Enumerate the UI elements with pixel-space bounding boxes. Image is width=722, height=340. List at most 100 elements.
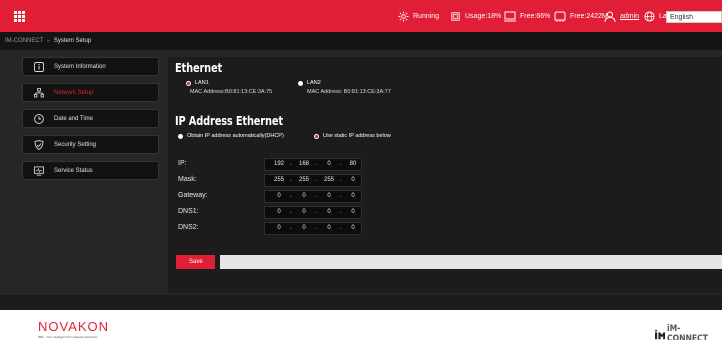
radio-unselected-icon	[178, 133, 183, 139]
free-mem-label: Free:2422M	[570, 12, 608, 20]
dns2-field[interactable]: 0. 0. 0. 0	[264, 222, 362, 235]
gateway-field[interactable]: 0. 0. 0. 0	[264, 190, 362, 203]
gateway-label: Gateway:	[178, 192, 208, 199]
grid-menu-icon[interactable]	[14, 11, 25, 22]
octet-3[interactable]: 0	[320, 193, 338, 199]
dns1-label: DNS1:	[178, 208, 199, 215]
radio-selected-icon	[186, 80, 191, 86]
user-icon	[604, 11, 616, 22]
dns2-label: DNS2:	[178, 224, 199, 231]
octet-2[interactable]: 255	[295, 177, 313, 183]
cpu-usage: Usage:18%	[450, 0, 501, 32]
save-button[interactable]: Save	[176, 255, 215, 269]
sidebar-item-label: Network Setup	[54, 89, 94, 96]
breadcrumb-separator: ▸	[47, 38, 50, 44]
memory-free: Free:2422M	[554, 0, 608, 32]
sidebar-item-service-status[interactable]: Service Status	[22, 161, 159, 180]
ip-label: IP:	[178, 160, 187, 167]
running-status: Running	[398, 0, 439, 32]
gear-icon	[398, 10, 409, 22]
network-icon	[34, 87, 44, 98]
breadcrumb: IM-CONNECT ▸ System Setup	[0, 32, 722, 50]
octet-4[interactable]: 80	[344, 161, 362, 167]
mask-label: Mask:	[178, 176, 197, 183]
footer: NOVAKON IMR - Your Intelligent IIoT Gate…	[0, 310, 722, 340]
disk-icon	[504, 11, 516, 21]
sidebar-item-system-information[interactable]: System Information	[22, 57, 159, 76]
dns2-row: DNS2: 0. 0. 0. 0	[168, 222, 722, 236]
octet-2[interactable]: 0	[295, 193, 313, 199]
octet-1[interactable]: 0	[270, 209, 288, 215]
dhcp-label: Obtain IP address automatically(DHCP)	[187, 133, 284, 139]
octet-2[interactable]: 0	[295, 209, 313, 215]
save-status-bar	[220, 255, 722, 269]
globe-icon	[644, 10, 655, 22]
sidebar-item-security-setting[interactable]: Security Setting	[22, 135, 159, 154]
memory-icon	[554, 11, 566, 22]
octet-3[interactable]: 0	[320, 209, 338, 215]
network-setup-panel: Ethernet LAN1 MAC Address:B0:81:13:CE:3A…	[168, 57, 722, 293]
ip-address-title: IP Address Ethernet	[175, 114, 283, 128]
static-label: Use static IP address below	[323, 133, 391, 139]
breadcrumb-current: System Setup	[53, 38, 92, 44]
octet-4[interactable]: 0	[344, 225, 362, 231]
radio-selected-icon	[314, 133, 319, 139]
mask-field[interactable]: 255. 255. 255. 0	[264, 174, 362, 187]
lan1-mac: MAC Address:B0:81:13:CE:3A:75	[190, 89, 273, 95]
radio-unselected-icon	[298, 80, 303, 86]
dns1-row: DNS1: 0. 0. 0. 0	[168, 206, 722, 220]
octet-3[interactable]: 0	[320, 161, 338, 167]
octet-1[interactable]: 192	[270, 161, 288, 167]
clock-icon	[34, 113, 44, 124]
octet-4[interactable]: 0	[344, 177, 362, 183]
gateway-row: Gateway: 0. 0. 0. 0	[168, 190, 722, 204]
octet-4[interactable]: 0	[344, 209, 362, 215]
user-menu: admin	[604, 0, 639, 32]
sidebar-item-date-and-time[interactable]: Date and Time	[22, 109, 159, 128]
ip-address-field[interactable]: 192. 168. 0. 80	[264, 158, 362, 171]
ip-row: IP: 192. 168. 0. 80	[168, 158, 722, 172]
static-ip-radio[interactable]: Use static IP address below	[314, 133, 391, 139]
breadcrumb-root[interactable]: IM-CONNECT	[5, 38, 43, 44]
im-connect-logo: iM-CONNECT	[655, 324, 722, 340]
im-connect-logo-icon	[655, 329, 666, 339]
running-label: Running	[413, 12, 440, 20]
usage-label: Usage:18%	[465, 12, 502, 20]
disk-free: Free:66%	[504, 0, 550, 32]
lan2-mac: MAC Address: B0:81:13:CE:3A:77	[307, 89, 391, 95]
lan1-label: LAN1	[195, 80, 209, 86]
lan2-label: LAN2	[307, 80, 321, 86]
info-icon	[34, 61, 44, 72]
dns1-field[interactable]: 0. 0. 0. 0	[264, 206, 362, 219]
octet-1[interactable]: 255	[270, 177, 288, 183]
sidebar-item-label: Date and Time	[54, 115, 94, 122]
octet-3[interactable]: 0	[320, 225, 338, 231]
sidebar-item-network-setup[interactable]: Network Setup	[22, 83, 159, 102]
octet-1[interactable]: 0	[270, 225, 288, 231]
sidebar-item-label: Service Status	[54, 167, 93, 174]
sidebar-item-label: System Information	[54, 63, 106, 70]
sidebar: System Information Network Setup Date an…	[22, 57, 159, 187]
novakon-tagline: IMR - Your Intelligent IIoT Gateway Solu…	[38, 335, 98, 339]
octet-1[interactable]: 0	[270, 193, 288, 199]
lan2-radio[interactable]: LAN2	[298, 80, 321, 86]
shield-icon	[34, 139, 44, 150]
top-bar: Running Usage:18% Free:66% Free:2422M ad…	[0, 0, 722, 32]
im-connect-text: iM-CONNECT	[667, 324, 709, 340]
sidebar-item-label: Security Setting	[54, 141, 97, 148]
monitor-icon	[34, 166, 44, 176]
bottom-strip	[0, 295, 722, 310]
octet-4[interactable]: 0	[344, 193, 362, 199]
mask-row: Mask: 255. 255. 255. 0	[168, 174, 722, 188]
dhcp-radio[interactable]: Obtain IP address automatically(DHCP)	[178, 133, 284, 139]
app-area: System Information Network Setup Date an…	[0, 50, 722, 310]
octet-3[interactable]: 255	[320, 177, 338, 183]
ethernet-title: Ethernet	[175, 61, 223, 75]
novakon-logo: NOVAKON	[38, 319, 110, 334]
octet-2[interactable]: 0	[295, 225, 313, 231]
language-input[interactable]	[666, 11, 722, 23]
lan1-radio[interactable]: LAN1	[186, 80, 209, 86]
user-link[interactable]: admin	[620, 13, 639, 20]
octet-2[interactable]: 168	[295, 161, 313, 167]
free-disk-label: Free:66%	[520, 12, 551, 20]
